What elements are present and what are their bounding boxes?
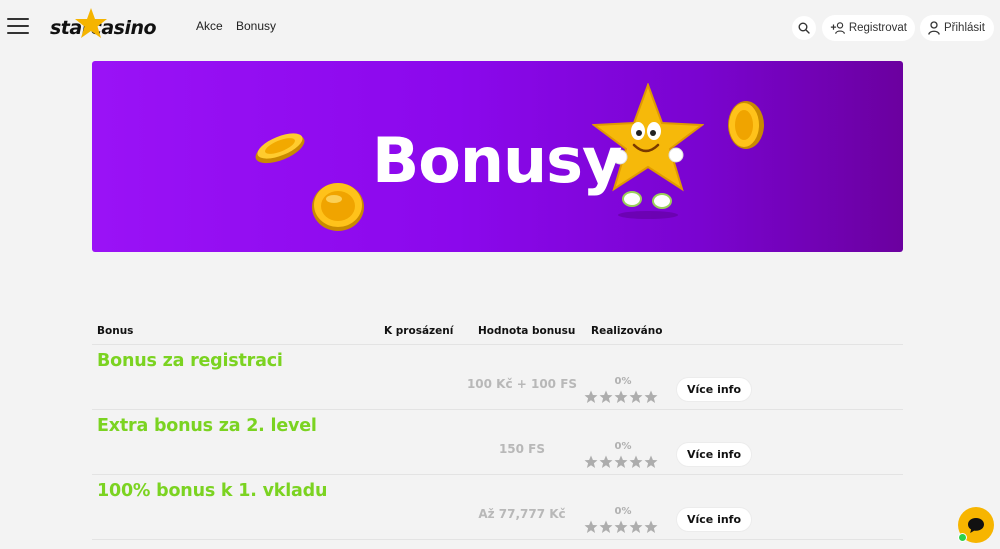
star-icon bbox=[584, 455, 598, 468]
star-icon bbox=[599, 520, 613, 533]
search-icon bbox=[798, 22, 810, 34]
column-header-realized: Realizováno bbox=[591, 325, 663, 337]
gold-coin-icon bbox=[255, 133, 305, 164]
realized-percent: 0% bbox=[614, 376, 632, 387]
bonus-value: 100 Kč + 100 FS bbox=[466, 377, 578, 391]
realized-percent: 0% bbox=[614, 506, 632, 517]
hero-banner: Bonusy bbox=[92, 61, 903, 252]
rating-stars bbox=[584, 455, 660, 469]
starcasino-logo[interactable]: starcasino bbox=[50, 8, 170, 44]
rating-stars bbox=[584, 520, 660, 534]
bonus-value: 150 FS bbox=[498, 442, 546, 456]
column-header-rollover: K prosázení bbox=[384, 325, 454, 337]
register-button[interactable]: Registrovat bbox=[822, 15, 915, 41]
star-icon bbox=[584, 520, 598, 533]
online-status-icon bbox=[958, 533, 967, 542]
bonus-title[interactable]: Extra bonus za 2. level bbox=[97, 416, 317, 436]
top-header: starcasino Akce Bonusy Registrovat Přihl… bbox=[0, 0, 1000, 54]
star-icon bbox=[614, 520, 628, 533]
login-button[interactable]: Přihlásit bbox=[920, 15, 994, 41]
realized-percent: 0% bbox=[614, 441, 632, 452]
more-info-button[interactable]: Více info bbox=[676, 507, 752, 532]
gold-coin-icon bbox=[312, 183, 364, 231]
search-button[interactable] bbox=[792, 16, 816, 40]
more-info-button[interactable]: Více info bbox=[676, 377, 752, 402]
add-user-icon bbox=[830, 22, 845, 34]
bonus-title[interactable]: 100% bonus k 1. vkladu bbox=[97, 481, 327, 501]
bonus-title[interactable]: Bonus za registraci bbox=[97, 351, 283, 371]
table-row: Bonus za registraci 100 Kč + 100 FS 0% V… bbox=[92, 345, 903, 410]
register-label: Registrovat bbox=[848, 22, 907, 34]
hamburger-menu-icon[interactable] bbox=[7, 16, 29, 36]
star-icon bbox=[584, 390, 598, 403]
star-icon bbox=[644, 455, 658, 468]
star-icon bbox=[629, 520, 643, 533]
star-icon bbox=[599, 390, 613, 403]
table-row: Extra bonus za 2. level 150 FS 0% Více i… bbox=[92, 410, 903, 475]
bonus-value: Až 77,777 Kč bbox=[478, 507, 566, 521]
star-icon bbox=[644, 520, 658, 533]
chat-bubble-icon bbox=[968, 517, 984, 533]
star-icon bbox=[614, 455, 628, 468]
star-icon bbox=[614, 390, 628, 403]
nav-link-bonusy[interactable]: Bonusy bbox=[236, 19, 276, 33]
gold-coin-icon bbox=[728, 101, 764, 149]
column-header-bonus: Bonus bbox=[97, 325, 134, 337]
user-icon bbox=[928, 21, 940, 35]
star-icon bbox=[629, 455, 643, 468]
rating-stars bbox=[584, 390, 660, 404]
star-icon bbox=[629, 390, 643, 403]
star-icon bbox=[599, 455, 613, 468]
hero-title: Bonusy bbox=[372, 124, 622, 197]
column-header-value: Hodnota bonusu bbox=[478, 325, 576, 337]
star-icon bbox=[75, 8, 107, 38]
login-label: Přihlásit bbox=[944, 22, 985, 34]
more-info-button[interactable]: Více info bbox=[676, 442, 752, 467]
nav-link-akce[interactable]: Akce bbox=[196, 19, 223, 33]
table-row: 100% bonus k 1. vkladu Až 77,777 Kč 0% V… bbox=[92, 475, 903, 540]
star-icon bbox=[644, 390, 658, 403]
